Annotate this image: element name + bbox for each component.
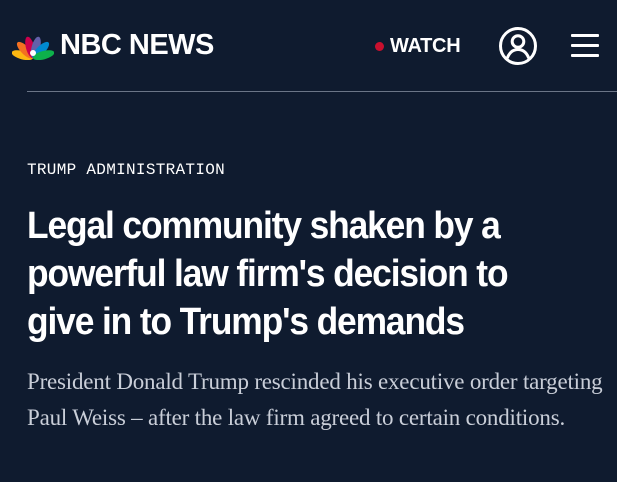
peacock-icon (12, 36, 54, 60)
hamburger-menu-icon[interactable] (571, 34, 599, 58)
article-headline: Legal community shaken by a powerful law… (27, 205, 509, 343)
site-header: NBC NEWS WATCH (0, 0, 617, 92)
logo-text: NBC NEWS (60, 29, 214, 61)
nbc-news-logo[interactable]: NBC NEWS (12, 28, 214, 62)
article-dek: President Donald Trump rescinded his exe… (27, 369, 603, 430)
user-circle-icon[interactable] (498, 26, 538, 66)
watch-button[interactable]: WATCH (375, 33, 461, 59)
header-divider (27, 91, 617, 92)
category-label[interactable]: TRUMP ADMINISTRATION (27, 161, 225, 179)
live-dot-icon (375, 41, 384, 51)
watch-label: WATCH (390, 34, 461, 57)
